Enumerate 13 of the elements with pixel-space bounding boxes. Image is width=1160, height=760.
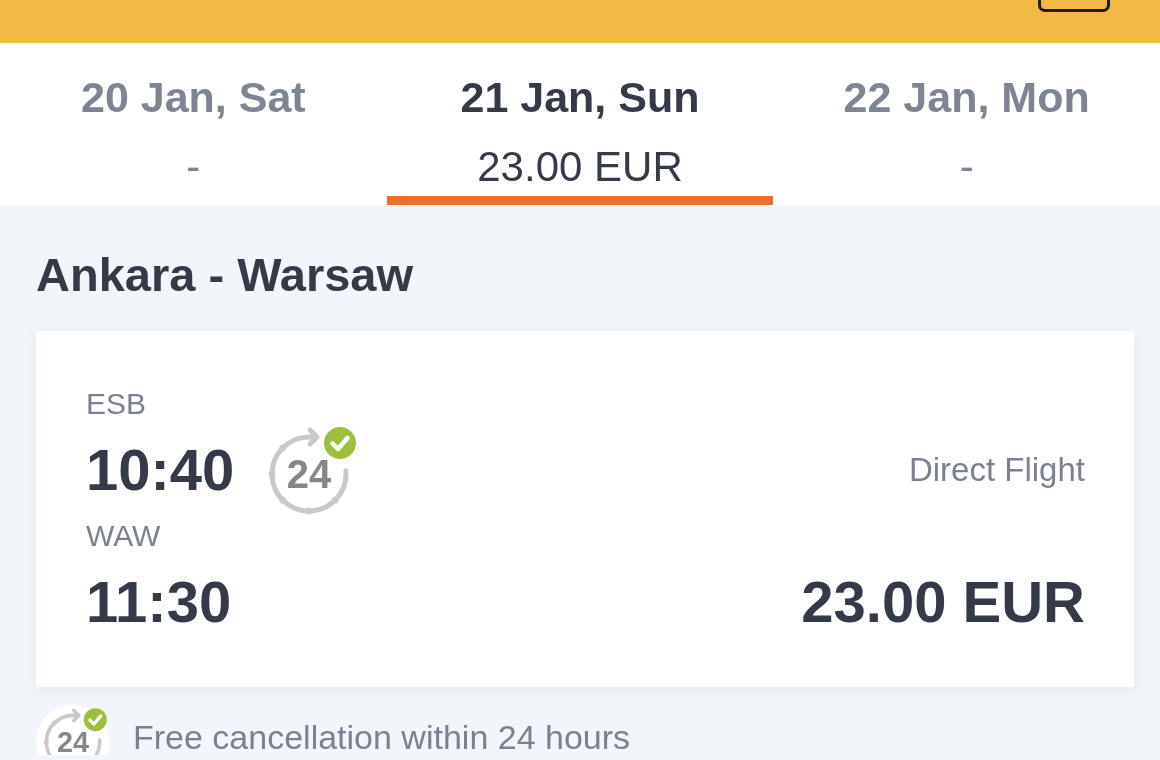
flight-card[interactable]: ESB 10:40 24 Direct Flight WAW 11:30 23.00 EUR (36, 331, 1134, 687)
arrival-time: 11:30 (86, 569, 232, 635)
date-tab[interactable]: 21 Jan, Sun 23.00 EUR (386, 43, 774, 205)
departure-time: 10:40 (86, 437, 235, 503)
route-title: Ankara - Warsaw (36, 247, 413, 303)
date-tab[interactable]: 20 Jan, Sat - (0, 43, 387, 205)
header-button[interactable] (1038, 0, 1110, 12)
arrival-airport: WAW (86, 518, 161, 554)
departure-airport: ESB (86, 386, 147, 422)
date-tab[interactable]: 22 Jan, Mon - (773, 43, 1160, 205)
flight-type: Direct Flight (908, 450, 1085, 490)
cancellation-note: Free cancellation within 24 hours (133, 719, 631, 756)
flight-price: 23.00 EUR (801, 569, 1085, 635)
